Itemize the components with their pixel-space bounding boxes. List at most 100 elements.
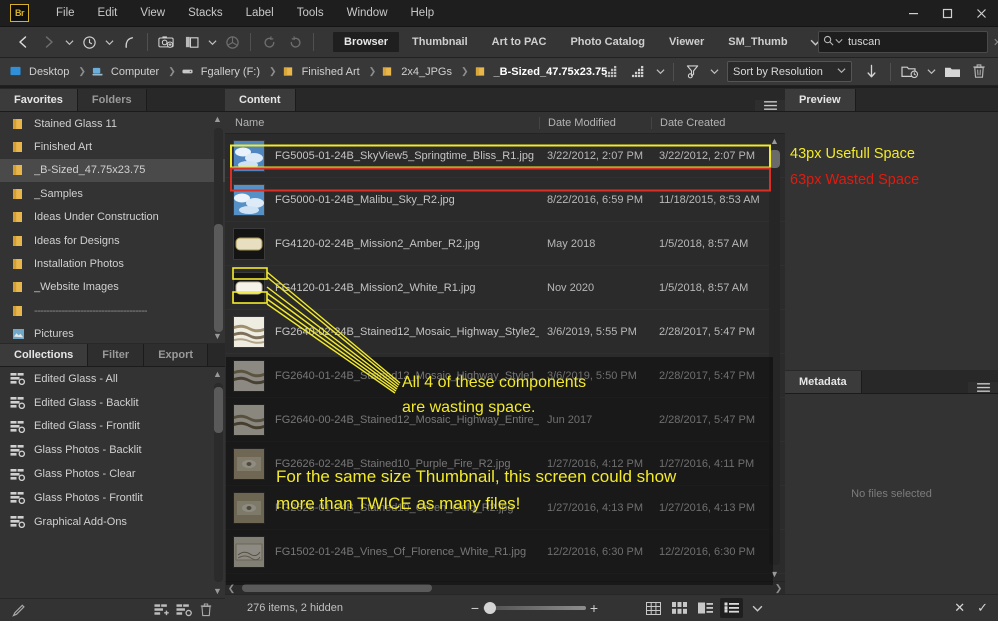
favorite-item[interactable]: _Samples bbox=[0, 182, 225, 205]
breadcrumb-item-computer[interactable]: Computer bbox=[92, 64, 162, 80]
menu-label[interactable]: Label bbox=[235, 3, 285, 23]
funnel-filter-icon[interactable] bbox=[680, 60, 706, 84]
favorite-item[interactable]: Installation Photos bbox=[0, 252, 225, 275]
breadcrumb-item-desktop[interactable]: Desktop bbox=[10, 64, 72, 80]
table-row[interactable]: FG2626-02-24B_Stained10_Purple_Fire_R2.j… bbox=[225, 442, 785, 486]
breadcrumb-item-finished-art[interactable]: Finished Art bbox=[283, 64, 363, 80]
breadcrumb-item-fgallery[interactable]: Fgallery (F:) bbox=[182, 64, 263, 80]
refine-chevron-down-icon[interactable] bbox=[205, 38, 219, 47]
recent-chevron-down-icon[interactable] bbox=[102, 38, 116, 47]
scrollbar-thumb[interactable] bbox=[769, 150, 780, 168]
workspace-viewer[interactable]: Viewer bbox=[658, 32, 715, 52]
minimize-button[interactable] bbox=[896, 0, 930, 27]
delete-collection-icon[interactable] bbox=[195, 601, 217, 620]
tab-filter[interactable]: Filter bbox=[88, 344, 144, 366]
new-folder-icon[interactable] bbox=[939, 60, 965, 84]
metadata-panel-menu-icon[interactable] bbox=[968, 382, 998, 393]
favorite-item-divider[interactable]: ------------------------------------- bbox=[0, 299, 225, 322]
new-collection-icon[interactable] bbox=[151, 601, 173, 620]
workspace-thumbnail[interactable]: Thumbnail bbox=[401, 32, 479, 52]
collections-scroll-up-icon[interactable]: ▲ bbox=[212, 369, 223, 379]
file-list[interactable]: FG5005-01-24B_SkyView5_Springtime_Bliss_… bbox=[225, 134, 785, 581]
rotate-clockwise-icon[interactable] bbox=[282, 30, 308, 54]
refine-stack-icon[interactable] bbox=[179, 30, 205, 54]
cancel-icon[interactable]: ✕ bbox=[954, 600, 965, 616]
star-filter-icon[interactable] bbox=[599, 60, 625, 84]
maximize-button[interactable] bbox=[930, 0, 964, 27]
view-overflow-chevron-icon[interactable] bbox=[746, 598, 769, 618]
star-filter-dropdown-icon[interactable] bbox=[626, 60, 652, 84]
trash-icon[interactable] bbox=[966, 60, 992, 84]
menu-tools[interactable]: Tools bbox=[286, 3, 335, 23]
favorites-scroll-up-icon[interactable]: ▲ bbox=[212, 114, 223, 124]
new-subfolder-chevron-icon[interactable] bbox=[924, 67, 938, 76]
slider-track[interactable] bbox=[483, 606, 586, 610]
tab-collections[interactable]: Collections bbox=[0, 344, 88, 366]
tab-content[interactable]: Content bbox=[225, 89, 296, 111]
favorite-item[interactable]: _Website Images bbox=[0, 276, 225, 299]
grid-view-button[interactable] bbox=[642, 598, 665, 618]
preview-panel-body[interactable] bbox=[785, 112, 998, 370]
menu-stacks[interactable]: Stacks bbox=[177, 3, 234, 23]
column-header-name[interactable]: Name bbox=[225, 117, 539, 129]
recent-folders-clock-icon[interactable] bbox=[76, 30, 102, 54]
scrollbar-thumb[interactable] bbox=[214, 224, 223, 332]
rotate-counterclockwise-icon[interactable] bbox=[256, 30, 282, 54]
content-panel-menu-icon[interactable] bbox=[755, 100, 785, 111]
reveal-parent-folder-icon[interactable] bbox=[116, 30, 142, 54]
hscroll-track[interactable] bbox=[238, 584, 772, 592]
collection-item[interactable]: Glass Photos - Clear bbox=[0, 462, 225, 486]
confirm-icon[interactable]: ✓ bbox=[977, 600, 988, 616]
get-photos-from-camera-icon[interactable] bbox=[153, 30, 179, 54]
table-row[interactable]: FG2640-02-24B_Stained12_Mosaic_Highway_S… bbox=[225, 310, 785, 354]
menu-file[interactable]: File bbox=[45, 3, 86, 23]
favorite-item[interactable]: Stained Glass 11 bbox=[0, 112, 225, 135]
collection-item[interactable]: Glass Photos - Frontlit bbox=[0, 486, 225, 510]
column-header-date-created[interactable]: Date Created bbox=[651, 117, 763, 129]
output-module-icon[interactable] bbox=[219, 30, 245, 54]
sort-direction-icon[interactable] bbox=[858, 60, 884, 84]
collections-scrollbar[interactable] bbox=[214, 383, 223, 582]
favorite-item[interactable]: Ideas Under Construction bbox=[0, 206, 225, 229]
menu-view[interactable]: View bbox=[129, 3, 176, 23]
favorites-scrollbar[interactable] bbox=[214, 128, 223, 327]
content-scroll-down-icon[interactable]: ▼ bbox=[769, 569, 780, 579]
table-row[interactable]: FG5005-01-24B_SkyView5_Springtime_Bliss_… bbox=[225, 134, 785, 178]
edit-smart-collection-icon[interactable] bbox=[8, 601, 30, 620]
tab-preview[interactable]: Preview bbox=[785, 89, 856, 111]
table-row[interactable]: FG4120-01-24B_Mission2_White_R1.jpg Nov … bbox=[225, 266, 785, 310]
table-row[interactable]: FG2640-00-24B_Stained12_Mosaic_Highway_E… bbox=[225, 398, 785, 442]
search-input[interactable] bbox=[848, 36, 990, 48]
star-filter-chevron-icon[interactable] bbox=[653, 67, 667, 76]
menu-window[interactable]: Window bbox=[336, 3, 399, 23]
hscroll-right-icon[interactable]: ❯ bbox=[772, 583, 785, 594]
forward-arrow-icon[interactable] bbox=[36, 30, 62, 54]
favorite-item[interactable]: Pictures bbox=[0, 323, 225, 343]
content-horizontal-scrollbar[interactable]: ❮ ❯ bbox=[225, 581, 785, 594]
search-scope-chevron-icon[interactable] bbox=[835, 37, 843, 47]
table-row[interactable]: FG4120-02-24B_Mission2_Amber_R2.jpg May … bbox=[225, 222, 785, 266]
content-scroll-up-icon[interactable]: ▲ bbox=[769, 136, 780, 146]
search-clear-icon[interactable]: ✕ bbox=[990, 36, 998, 49]
funnel-chevron-icon[interactable] bbox=[707, 67, 721, 76]
scrollbar-thumb[interactable] bbox=[214, 387, 223, 433]
menu-help[interactable]: Help bbox=[400, 3, 446, 23]
tab-metadata[interactable]: Metadata bbox=[785, 371, 862, 393]
back-arrow-icon[interactable] bbox=[10, 30, 36, 54]
slider-knob[interactable] bbox=[484, 602, 496, 614]
table-row[interactable]: FG2640-01-24B_Stained12_Mosaic_Highway_S… bbox=[225, 354, 785, 398]
breadcrumb-item-current-folder[interactable]: _B-Sized_47.75x23.75 bbox=[475, 64, 611, 80]
workspace-sm-thumb[interactable]: SM_Thumb bbox=[717, 32, 798, 52]
tab-folders[interactable]: Folders bbox=[78, 89, 147, 111]
workspace-browser[interactable]: Browser bbox=[333, 32, 399, 52]
tab-export[interactable]: Export bbox=[144, 344, 208, 366]
hscroll-thumb[interactable] bbox=[242, 584, 432, 592]
new-subfolder-icon[interactable] bbox=[897, 60, 923, 84]
menu-edit[interactable]: Edit bbox=[87, 3, 129, 23]
close-button[interactable] bbox=[964, 0, 998, 27]
collections-scroll-down-icon[interactable]: ▼ bbox=[212, 586, 223, 596]
workspace-art-to-pac[interactable]: Art to PAC bbox=[481, 32, 558, 52]
collection-item[interactable]: Edited Glass - All bbox=[0, 367, 225, 391]
thumbnail-size-slider[interactable]: − + bbox=[467, 600, 602, 616]
sort-dropdown[interactable]: Sort by Resolution bbox=[727, 61, 852, 82]
